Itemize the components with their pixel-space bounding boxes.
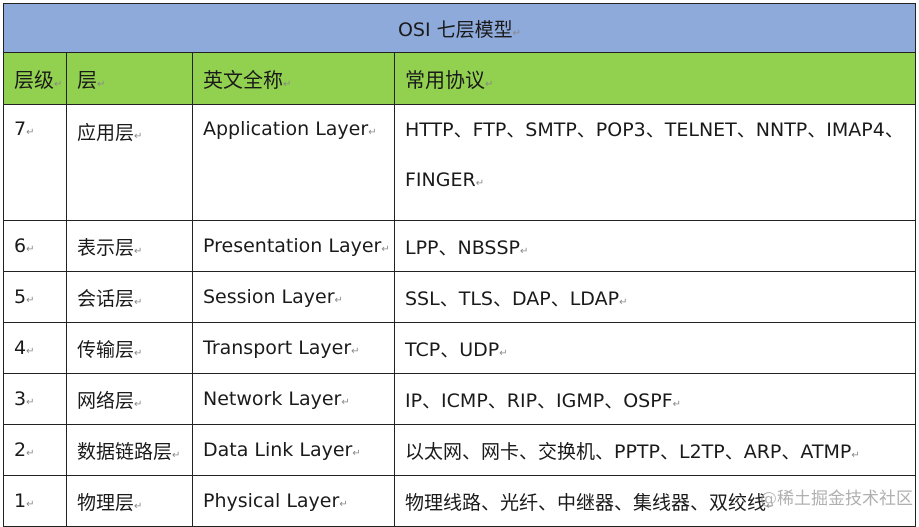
paragraph-mark-icon: ↵ <box>512 27 522 39</box>
paragraph-mark-icon: ↵ <box>334 295 343 306</box>
paragraph-mark-icon: ↵ <box>475 178 485 189</box>
paragraph-mark-icon: ↵ <box>26 346 35 357</box>
header-layer: 层↵ <box>66 52 193 105</box>
paragraph-mark-icon: ↵ <box>26 397 35 408</box>
paragraph-mark-icon: ↵ <box>134 131 143 142</box>
cell-protocols: HTTP、FTP、SMTP、POP3、TELNET、NNTP、IMAP4、FIN… <box>394 104 916 221</box>
paragraph-mark-icon: ↵ <box>97 79 106 90</box>
paragraph-mark-icon: ↵ <box>672 398 682 410</box>
paragraph-mark-icon: ↵ <box>134 500 143 512</box>
cell-english: Transport Layer↵ <box>192 322 395 374</box>
paragraph-mark-icon: ↵ <box>520 245 529 257</box>
cell-english: Physical Layer↵ <box>192 475 395 527</box>
paragraph-mark-icon: ↵ <box>54 79 63 90</box>
cell-protocols: LPP、NBSSP↵ <box>394 220 916 272</box>
paragraph-mark-icon: ↵ <box>26 127 35 138</box>
paragraph-mark-icon: ↵ <box>134 347 143 359</box>
header-level: 层级↵ <box>3 52 67 105</box>
paragraph-mark-icon: ↵ <box>339 499 348 510</box>
cell-english: Session Layer↵ <box>192 271 395 323</box>
cell-level: 1↵ <box>3 475 67 527</box>
title-text: OSI 七层模型 <box>397 18 513 41</box>
cell-protocols: 以太网、网卡、交换机、PPTP、L2TP、ARP、ATMP↵ <box>394 424 916 476</box>
paragraph-mark-icon: ↵ <box>499 347 508 359</box>
paragraph-mark-icon: ↵ <box>283 79 292 90</box>
paragraph-mark-icon: ↵ <box>341 397 350 408</box>
cell-layer: 会话层↵ <box>66 271 193 323</box>
header-protocols: 常用协议↵ <box>394 52 916 105</box>
paragraph-mark-icon: ↵ <box>26 499 35 510</box>
cell-level: 5↵ <box>3 271 67 323</box>
cell-english: Network Layer↵ <box>192 373 395 425</box>
paragraph-mark-icon: ↵ <box>851 449 860 461</box>
cell-level: 4↵ <box>3 322 67 374</box>
cell-layer: 应用层↵ <box>66 104 193 221</box>
paragraph-mark-icon: ↵ <box>134 296 143 308</box>
watermark: @稀土掘金技术社区 <box>760 489 913 509</box>
table-row: 3↵ 网络层↵ Network Layer↵ IP、ICMP、RIP、IGMP、… <box>3 373 916 425</box>
title-row: OSI 七层模型↵ <box>3 3 916 53</box>
paragraph-mark-icon: ↵ <box>134 398 143 410</box>
cell-protocols: SSL、TLS、DAP、LDAP↵ <box>394 271 916 323</box>
cell-level: 7↵ <box>3 104 67 221</box>
cell-level: 2↵ <box>3 424 67 476</box>
cell-layer: 物理层↵ <box>66 475 193 527</box>
table-row: 2↵ 数据链路层↵ Data Link Layer↵ 以太网、网卡、交换机、PP… <box>3 424 916 476</box>
paragraph-mark-icon: ↵ <box>381 244 390 255</box>
cell-english: Presentation Layer↵ <box>192 220 395 272</box>
paragraph-mark-icon: ↵ <box>619 296 628 308</box>
paragraph-mark-icon: ↵ <box>485 79 494 90</box>
cell-level: 3↵ <box>3 373 67 425</box>
paragraph-mark-icon: ↵ <box>26 244 35 255</box>
paragraph-mark-icon: ↵ <box>351 346 360 357</box>
header-row: 层级↵ 层↵ 英文全称↵ 常用协议↵ <box>3 52 916 105</box>
cell-layer: 表示层↵ <box>66 220 193 272</box>
paragraph-mark-icon: ↵ <box>172 449 181 461</box>
paragraph-mark-icon: ↵ <box>134 245 143 257</box>
cell-english: Application Layer↵ <box>192 104 395 221</box>
table-row: 5↵ 会话层↵ Session Layer↵ SSL、TLS、DAP、LDAP↵ <box>3 271 916 323</box>
paragraph-mark-icon: ↵ <box>352 448 361 459</box>
paragraph-mark-icon: ↵ <box>26 448 35 459</box>
table-row: 6↵ 表示层↵ Presentation Layer↵ LPP、NBSSP↵ <box>3 220 916 272</box>
cell-layer: 数据链路层↵ <box>66 424 193 476</box>
cell-level: 6↵ <box>3 220 67 272</box>
cell-protocols: TCP、UDP↵ <box>394 322 916 374</box>
cell-layer: 传输层↵ <box>66 322 193 374</box>
osi-model-table: OSI 七层模型↵ 层级↵ 层↵ 英文全称↵ 常用协议↵ 7↵ 应用层↵ App… <box>3 3 916 527</box>
header-english: 英文全称↵ <box>192 52 395 105</box>
paragraph-mark-icon: ↵ <box>26 295 35 306</box>
table-title: OSI 七层模型↵ <box>3 3 916 53</box>
cell-english: Data Link Layer↵ <box>192 424 395 476</box>
cell-layer: 网络层↵ <box>66 373 193 425</box>
cell-protocols: IP、ICMP、RIP、IGMP、OSPF↵ <box>394 373 916 425</box>
table-row: 4↵ 传输层↵ Transport Layer↵ TCP、UDP↵ <box>3 322 916 374</box>
table-row: 7↵ 应用层↵ Application Layer↵ HTTP、FTP、SMTP… <box>3 104 916 221</box>
paragraph-mark-icon: ↵ <box>368 127 377 138</box>
